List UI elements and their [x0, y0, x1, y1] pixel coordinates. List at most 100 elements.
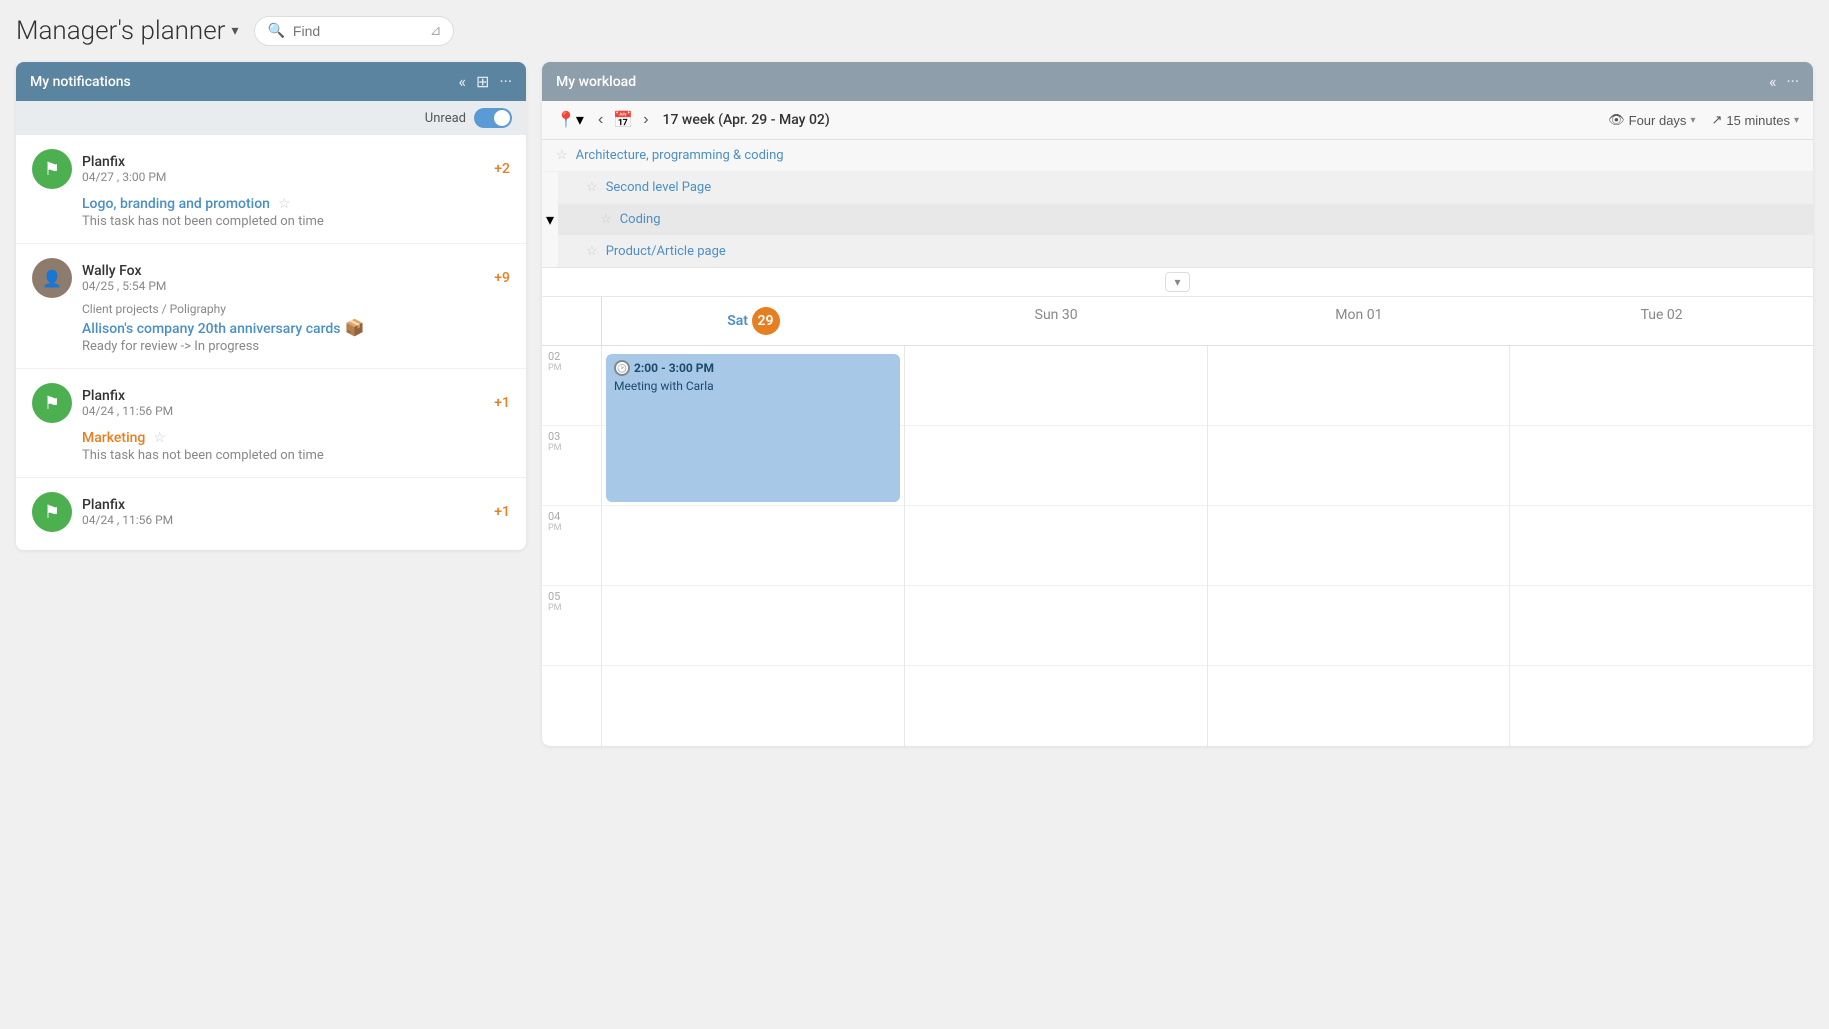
notification-card: ⚑ Planfix 04/27 , 3:00 PM +2 Logo, brand…	[16, 135, 526, 244]
task-row[interactable]: ☆ Coding	[558, 204, 1813, 236]
interval-button[interactable]: ↗ 15 minutes ▾	[1711, 112, 1799, 128]
day-slot	[1510, 506, 1813, 586]
notif-header: ⚑ Planfix 04/24 , 11:56 PM +1	[32, 492, 510, 532]
star-icon[interactable]: ☆	[278, 196, 291, 212]
day-slot	[1510, 346, 1813, 426]
notif-time: 04/24 , 11:56 PM	[82, 404, 484, 418]
day-slot	[1208, 426, 1510, 506]
day-slot	[602, 506, 904, 586]
time-slot-02: 02PM	[542, 346, 601, 426]
day-slot	[905, 346, 1207, 426]
notif-body: Logo, branding and promotion ☆ This task…	[32, 193, 510, 229]
workload-header: My workload « ···	[542, 62, 1813, 101]
collapse-icon[interactable]: «	[459, 72, 467, 91]
notif-sender: Planfix	[82, 388, 484, 404]
notifications-header: My notifications « ⊞ ···	[16, 62, 526, 101]
unread-bar: Unread	[16, 101, 526, 135]
notification-card: ⚑ Planfix 04/24 , 11:56 PM +1 Marketing …	[16, 369, 526, 478]
notif-count: +1	[494, 504, 510, 520]
notification-card: ⚑ Planfix 04/24 , 11:56 PM +1	[16, 478, 526, 550]
app-title-text: Manager's planner	[16, 16, 225, 46]
workload-collapse-icon[interactable]: «	[1769, 72, 1777, 91]
workload-more-icon[interactable]: ···	[1786, 72, 1799, 91]
day-slot	[905, 426, 1207, 506]
day-col-mon	[1208, 346, 1511, 746]
grid-icon[interactable]: ⊞	[476, 72, 489, 91]
task-row[interactable]: ☆ Product/Article page	[558, 236, 1813, 267]
notif-link[interactable]: Logo, branding and promotion	[82, 196, 270, 212]
interval-label: 15 minutes	[1726, 113, 1790, 128]
expand-button[interactable]: ▾	[1165, 272, 1189, 292]
view-mode-caret: ▾	[1690, 115, 1695, 126]
clock-icon: 🕑	[614, 360, 630, 376]
avatar: ⚑	[32, 383, 72, 423]
unread-label: Unread	[425, 111, 466, 126]
event-title: Meeting with Carla	[614, 379, 892, 393]
main-layout: My notifications « ⊞ ··· Unread ⚑ Planfi…	[16, 62, 1813, 746]
expand-row: ▾	[542, 268, 1813, 297]
view-mode-label: Four days	[1629, 113, 1687, 128]
time-header-cell	[542, 297, 602, 345]
day-num-tue: 02	[1667, 307, 1683, 323]
day-name-sat: Sat	[727, 313, 748, 329]
task-star-icon: ☆	[586, 244, 598, 259]
time-slot-05: 05PM	[542, 586, 601, 666]
task-row[interactable]: ☆ Second level Page	[558, 172, 1813, 204]
interval-icon: ↗	[1711, 112, 1722, 128]
avatar: 👤	[32, 258, 72, 298]
search-bar: 🔍 ⊿	[254, 16, 454, 46]
task-star-icon: ☆	[556, 148, 568, 163]
app-title-chevron[interactable]: ▾	[231, 23, 238, 39]
calendar-body: 02PM 03PM 04PM	[542, 346, 1813, 746]
notif-count: +9	[494, 270, 510, 286]
calendar-icon-button[interactable]: 📅	[613, 110, 633, 130]
notif-body: Client projects / Poligraphy Allison's c…	[32, 302, 510, 354]
workload-header-actions: « ···	[1769, 72, 1799, 91]
notif-meta: Planfix 04/24 , 11:56 PM	[82, 497, 484, 527]
avatar: ⚑	[32, 492, 72, 532]
top-bar: Manager's planner ▾ 🔍 ⊿	[16, 16, 1813, 46]
cal-header-sat: Sat 29	[602, 297, 905, 345]
day-num-sun: 30	[1062, 307, 1078, 323]
eye-icon: 👁	[1608, 112, 1625, 128]
notif-sender: Wally Fox	[82, 263, 484, 279]
day-slot	[1208, 346, 1510, 426]
time-label-02: 02PM	[548, 350, 562, 373]
time-slot-03: 03PM	[542, 426, 601, 506]
filter-icon[interactable]: ⊿	[430, 23, 442, 39]
toolbar-nav: ‹ 📅 ›	[594, 109, 653, 131]
notif-breadcrumb: Client projects / Poligraphy	[82, 302, 510, 316]
notif-link[interactable]: Allison's company 20th anniversary cards	[82, 321, 341, 337]
day-name-sun: Sun	[1035, 307, 1059, 323]
event-time-label: 2:00 - 3:00 PM	[634, 361, 714, 375]
week-label: 17 week (Apr. 29 - May 02)	[663, 112, 830, 128]
unread-toggle[interactable]	[474, 108, 512, 128]
more-icon[interactable]: ···	[499, 72, 512, 91]
notif-desc: This task has not been completed on time	[82, 448, 510, 463]
day-col-tue	[1510, 346, 1813, 746]
notif-desc: This task has not been completed on time	[82, 214, 510, 229]
location-button[interactable]: 📍▾	[556, 110, 584, 130]
notif-meta: Planfix 04/27 , 3:00 PM	[82, 154, 484, 184]
emoji-icon: 📦	[344, 318, 364, 337]
task-star-icon: ☆	[600, 212, 612, 227]
notif-desc: Ready for review -> In progress	[82, 339, 510, 354]
day-slot	[1510, 586, 1813, 666]
prev-week-button[interactable]: ‹	[594, 109, 607, 131]
day-col-sun	[905, 346, 1208, 746]
view-mode-button[interactable]: 👁 Four days ▾	[1608, 112, 1695, 128]
next-week-button[interactable]: ›	[639, 109, 652, 131]
notif-link[interactable]: Marketing	[82, 430, 145, 446]
search-input[interactable]	[293, 23, 422, 39]
cal-header-mon: Mon 01	[1208, 297, 1511, 345]
event-block[interactable]: 🕑 2:00 - 3:00 PM Meeting with Carla	[606, 354, 900, 502]
notif-sender: Planfix	[82, 154, 484, 170]
notif-header: ⚑ Planfix 04/24 , 11:56 PM +1	[32, 383, 510, 423]
task-row[interactable]: ☆ Architecture, programming & coding	[542, 140, 1813, 172]
workload-toolbar: 📍▾ ‹ 📅 › 17 week (Apr. 29 - May 02) 👁 Fo…	[542, 101, 1813, 140]
workload-title: My workload	[556, 74, 636, 90]
collapse-arrow[interactable]: ▾	[542, 172, 558, 267]
notif-sender: Planfix	[82, 497, 484, 513]
star-icon[interactable]: ☆	[153, 430, 166, 446]
pm-label: PM	[548, 443, 562, 453]
